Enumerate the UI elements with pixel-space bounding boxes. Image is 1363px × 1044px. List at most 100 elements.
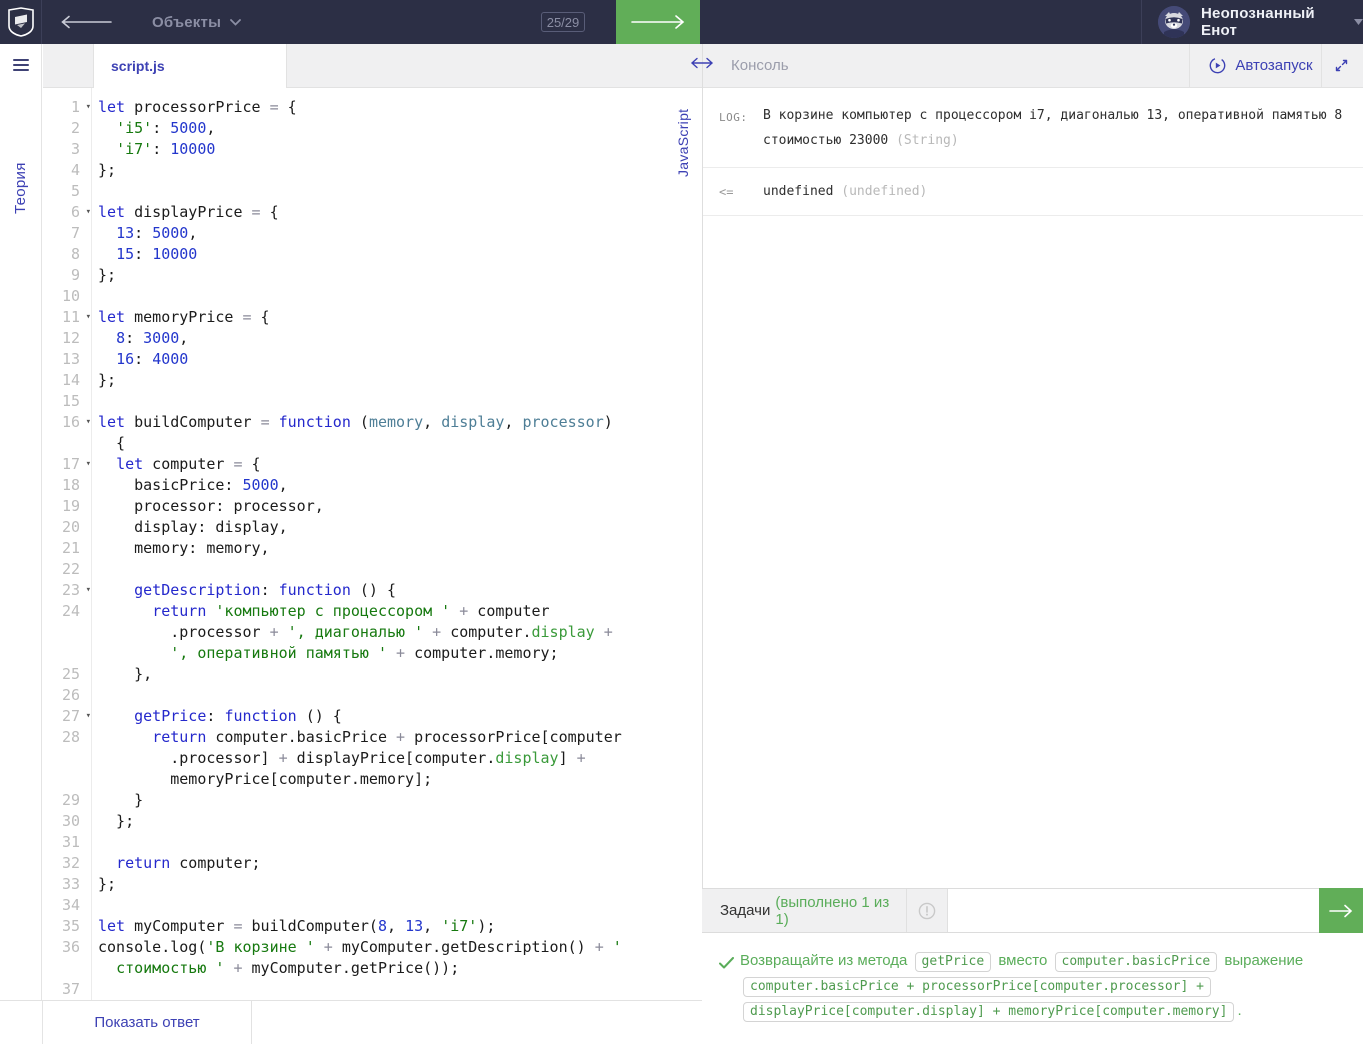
console-header: Консоль Автозапуск <box>703 44 1363 88</box>
code-text: }; <box>91 160 116 181</box>
line-number: 22 <box>43 559 91 580</box>
show-answer-button[interactable]: Показать ответ <box>43 1001 252 1044</box>
log-message: В корзине компьютер с процессором i7, ди… <box>763 103 1347 153</box>
code-text: }; <box>91 874 116 895</box>
tasks-progress: (выполнено 1 из 1) <box>775 894 906 928</box>
line-number: 28 <box>43 727 91 748</box>
code-text <box>91 286 98 307</box>
task-info-button[interactable] <box>907 889 948 932</box>
code-text: .processor] + displayPrice[computer.disp… <box>91 748 586 769</box>
code-line: 1▾let processorPrice = { <box>43 97 702 118</box>
code-line: 33}; <box>43 874 702 895</box>
line-number: 17▾ <box>43 454 91 475</box>
next-button[interactable] <box>616 0 700 44</box>
task-next-button[interactable] <box>1319 888 1363 933</box>
arrow-left-icon <box>60 15 112 29</box>
code-text: let displayPrice = { <box>91 202 279 223</box>
code-text <box>91 391 98 412</box>
line-number: 36 <box>43 937 91 958</box>
code-line: 17▾ let computer = { <box>43 454 702 475</box>
line-number: 20 <box>43 517 91 538</box>
code-text: 'i5': 5000, <box>91 118 215 139</box>
user-menu[interactable]: Неопознанный Енот <box>1158 0 1363 44</box>
line-number: 9 <box>43 265 91 286</box>
line-number: 21 <box>43 538 91 559</box>
line-number: 1▾ <box>43 97 91 118</box>
task-text-segment: выражение <box>1220 952 1303 969</box>
line-number: 18 <box>43 475 91 496</box>
code-line: 37 <box>43 979 702 1000</box>
horizontal-resize-icon[interactable] <box>689 55 715 71</box>
menu-hamburger-icon[interactable] <box>13 59 29 71</box>
code-text: getPrice: function () { <box>91 706 342 727</box>
code-line: 7 13: 5000, <box>43 223 702 244</box>
checkmark-icon <box>719 957 734 969</box>
line-number: 7 <box>43 223 91 244</box>
code-line: 11▾let memoryPrice = { <box>43 307 702 328</box>
user-name: Неопознанный Енот <box>1201 5 1339 39</box>
code-text: 'i7': 10000 <box>91 139 215 160</box>
code-line: ', оперативной памятью ' + computer.memo… <box>43 643 702 664</box>
task-text: Возвращайте из метода getPrice вместо co… <box>740 949 1332 1024</box>
code-text: let processorPrice = { <box>91 97 297 118</box>
topbar-divider <box>1141 0 1142 44</box>
code-line: .processor] + displayPrice[computer.disp… <box>43 748 702 769</box>
tasks-header: Задачи (выполнено 1 из 1) <box>702 888 1363 933</box>
code-line: 20 display: display, <box>43 517 702 538</box>
line-number: 35 <box>43 916 91 937</box>
line-number: 8 <box>43 244 91 265</box>
course-dropdown[interactable]: Объекты <box>152 0 241 44</box>
task-text-segment: . <box>1237 1002 1241 1019</box>
task-description: Возвращайте из метода getPrice вместо co… <box>702 933 1363 1044</box>
code-text <box>91 181 98 202</box>
code-text: getDescription: function () { <box>91 580 396 601</box>
code-line: 35let myComputer = buildComputer(8, 13, … <box>43 916 702 937</box>
code-line: 6▾let displayPrice = { <box>43 202 702 223</box>
code-line: 10 <box>43 286 702 307</box>
app-logo[interactable] <box>0 0 42 44</box>
line-number: 6▾ <box>43 202 91 223</box>
code-line: 2 'i5': 5000, <box>43 118 702 139</box>
line-number: 14 <box>43 370 91 391</box>
code-line: .processor + ', диагональю ' + computer.… <box>43 622 702 643</box>
code-text: }; <box>91 265 116 286</box>
htmlacademy-shield-icon <box>8 7 34 37</box>
line-number <box>43 433 91 454</box>
code-line: 25 }, <box>43 664 702 685</box>
code-text <box>91 832 98 853</box>
line-number <box>43 622 91 643</box>
line-number: 24 <box>43 601 91 622</box>
tab-script-js[interactable]: script.js <box>93 44 287 88</box>
course-title: Объекты <box>152 14 221 31</box>
code-line: 29 } <box>43 790 702 811</box>
result-prefix: <= <box>719 185 763 199</box>
code-line: 19 processor: processor, <box>43 496 702 517</box>
console-log-row: LOG: В корзине компьютер с процессором i… <box>703 88 1363 168</box>
back-button[interactable] <box>56 0 116 44</box>
line-number: 12 <box>43 328 91 349</box>
tasks-title: Задачи <box>720 902 770 919</box>
code-line: 27▾ getPrice: function () { <box>43 706 702 727</box>
play-circle-icon <box>1209 57 1226 74</box>
code-text <box>91 685 98 706</box>
line-number: 34 <box>43 895 91 916</box>
code-chip: computer.basicPrice <box>1055 952 1218 972</box>
expand-icon[interactable] <box>1333 57 1350 74</box>
autorun-toggle[interactable]: Автозапуск <box>1203 44 1319 87</box>
code-chip: computer.basicPrice + processorPrice[com… <box>743 977 1234 1022</box>
code-line: 5 <box>43 181 702 202</box>
line-number: 16▾ <box>43 412 91 433</box>
code-lines: 1▾let processorPrice = {2 'i5': 5000,3 '… <box>43 97 702 1000</box>
code-line: 24 return 'компьютер с процессором ' + c… <box>43 601 702 622</box>
line-number: 31 <box>43 832 91 853</box>
code-editor[interactable]: 1▾let processorPrice = {2 'i5': 5000,3 '… <box>43 88 702 1000</box>
code-line: 23▾ getDescription: function () { <box>43 580 702 601</box>
line-number: 26 <box>43 685 91 706</box>
code-line: 31 <box>43 832 702 853</box>
code-text: console.log('В корзине ' + myComputer.ge… <box>91 937 622 958</box>
line-number: 32 <box>43 853 91 874</box>
line-number: 2 <box>43 118 91 139</box>
sidebar-item-theory[interactable]: Теория <box>12 140 29 214</box>
code-line: 14}; <box>43 370 702 391</box>
editor-tab-bar: script.js <box>43 44 702 88</box>
